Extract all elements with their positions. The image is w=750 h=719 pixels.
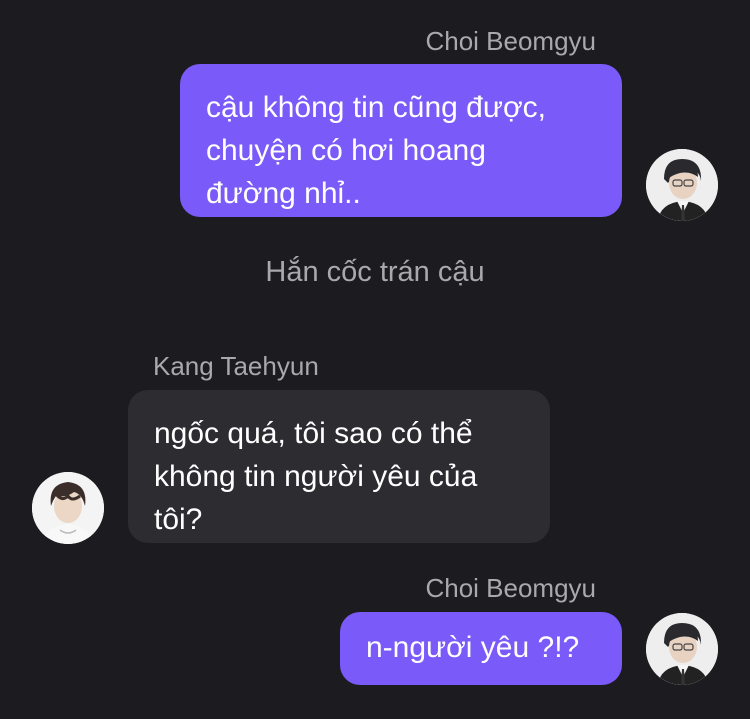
- avatar-beomgyu[interactable]: [646, 613, 718, 685]
- message-bubble-received[interactable]: ngốc quá, tôi sao có thể không tin người…: [128, 390, 550, 543]
- chat-screen: Choi Beomgyu cậu không tin cũng được, ch…: [0, 0, 750, 719]
- sender-name: Choi Beomgyu: [425, 26, 596, 56]
- sender-name: Choi Beomgyu: [425, 573, 596, 603]
- person-photo-icon: [32, 472, 104, 544]
- person-photo-icon: [646, 613, 718, 685]
- person-photo-icon: [646, 149, 718, 221]
- avatar-beomgyu[interactable]: [646, 149, 718, 221]
- sender-name: Kang Taehyun: [153, 351, 319, 381]
- message-bubble-sent[interactable]: cậu không tin cũng được, chuyện có hơi h…: [180, 64, 622, 217]
- narration-text: Hắn cốc trán cậu: [265, 256, 485, 288]
- message-bubble-sent[interactable]: n-người yêu ?!?: [340, 612, 622, 685]
- avatar-taehyun[interactable]: [32, 472, 104, 544]
